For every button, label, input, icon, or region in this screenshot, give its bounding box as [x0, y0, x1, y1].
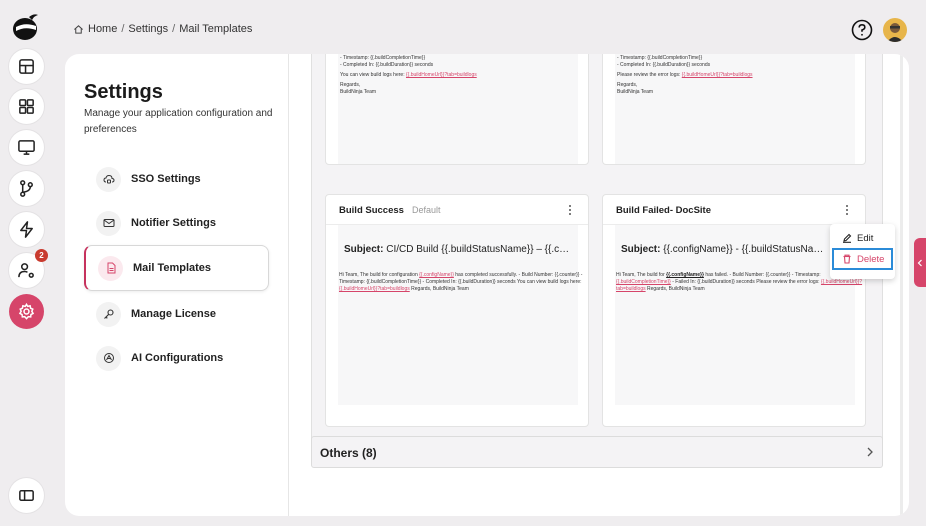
template-preview: - Timestamp: {{.buildCompletionTime}} - … [617, 55, 753, 95]
others-label: Others (8) [320, 446, 377, 460]
page-subtitle: Manage your application configuration an… [84, 108, 273, 135]
main-panel: Settings Manage your application configu… [65, 54, 909, 516]
pencil-icon [843, 233, 852, 243]
help-icon[interactable] [851, 19, 873, 41]
nav-label: AI Configurations [131, 352, 224, 364]
delete-menu-item[interactable]: Delete [832, 248, 893, 270]
template-card-build-success[interactable]: Build Success Default Subject: CI/CD Buil… [325, 194, 589, 427]
nav-label: SSO Settings [131, 173, 201, 185]
key-icon [103, 309, 114, 319]
breadcrumb-separator: / [172, 23, 176, 35]
others-accordion[interactable]: Others (8) [311, 436, 883, 468]
template-preview: Hi Team, The build for configuration {{.… [339, 272, 583, 292]
settings-nav-license[interactable]: Manage License [84, 291, 269, 337]
context-menu: Edit Delete [830, 224, 895, 279]
notification-badge: 2 [35, 249, 48, 262]
template-subject: Subject: CI/CD Build {{.buildStatusName}… [344, 244, 574, 255]
rail-settings-button[interactable] [9, 294, 44, 329]
apps-icon [19, 99, 34, 114]
page-title: Settings [84, 81, 163, 103]
app-logo-icon[interactable] [11, 11, 41, 41]
rail-dashboard-button[interactable] [9, 49, 44, 84]
scrollbar[interactable] [900, 54, 903, 516]
rail-collapse-button[interactable] [9, 478, 44, 513]
rail-pipelines-button[interactable] [9, 171, 44, 206]
settings-nav-sso[interactable]: SSO Settings [84, 156, 269, 202]
template-subject: Subject: {{.configName}} - {{.buildStatu… [621, 244, 827, 255]
breadcrumb-home[interactable]: Home [88, 23, 117, 35]
sidebar-toggle-icon [19, 489, 34, 502]
default-badge: Default [411, 205, 441, 215]
gear-icon [18, 302, 35, 320]
rail-users-button[interactable]: 2 [9, 249, 48, 288]
breadcrumb-settings[interactable]: Settings [128, 23, 168, 35]
templates-list: - Timestamp: {{.buildCompletionTime}} - … [311, 54, 883, 466]
chevron-right-icon [867, 447, 873, 457]
lightning-icon [20, 221, 33, 238]
breadcrumb-current: Mail Templates [179, 23, 253, 35]
side-panel-toggle[interactable] [914, 238, 926, 287]
user-settings-icon [18, 263, 34, 278]
file-icon [107, 262, 115, 274]
more-options-icon[interactable] [568, 204, 572, 216]
rail-monitor-button[interactable] [9, 130, 44, 165]
app-rail: 2 [0, 0, 52, 526]
template-title: Build Success [339, 205, 404, 216]
nav-label: Mail Templates [133, 262, 212, 274]
mail-icon [103, 219, 114, 227]
more-options-icon[interactable] [845, 204, 849, 216]
rail-apps-button[interactable] [9, 89, 44, 124]
template-preview: - Timestamp: {{.buildCompletionTime}} - … [340, 55, 477, 95]
template-title: Build Failed- DocSite [616, 205, 712, 216]
settings-nav-ai[interactable]: AI Configurations [84, 335, 269, 381]
rail-triggers-button[interactable] [9, 212, 44, 247]
settings-nav: Settings Manage your application configu… [65, 54, 289, 516]
dashboard-icon [19, 59, 34, 74]
home-icon[interactable] [73, 24, 84, 35]
nav-label: Notifier Settings [131, 217, 216, 229]
template-card: - Timestamp: {{.buildCompletionTime}} - … [602, 54, 866, 165]
breadcrumb-separator: / [121, 23, 125, 35]
avatar[interactable] [883, 18, 907, 42]
nav-label: Manage License [131, 308, 216, 320]
settings-nav-notifier[interactable]: Notifier Settings [84, 200, 269, 246]
template-preview: Hi Team, The build for {{.configName}} h… [616, 272, 863, 292]
cloud-lock-icon [102, 174, 115, 184]
edit-menu-item[interactable]: Edit [832, 227, 893, 249]
breadcrumb: Home / Settings / Mail Templates [73, 23, 252, 35]
edit-label: Edit [857, 232, 874, 244]
delete-label: Delete [857, 253, 885, 265]
settings-nav-mail-templates[interactable]: Mail Templates [84, 245, 269, 291]
ai-icon [103, 353, 114, 363]
git-branch-icon [20, 180, 33, 197]
chevron-left-icon [917, 259, 922, 266]
templates-content: - Timestamp: {{.buildCompletionTime}} - … [289, 54, 909, 516]
template-card: - Timestamp: {{.buildCompletionTime}} - … [325, 54, 589, 165]
trash-icon [843, 254, 851, 264]
template-card-build-failed[interactable]: Build Failed- DocSite Subject: {{.config… [602, 194, 866, 427]
monitor-icon [18, 140, 35, 155]
